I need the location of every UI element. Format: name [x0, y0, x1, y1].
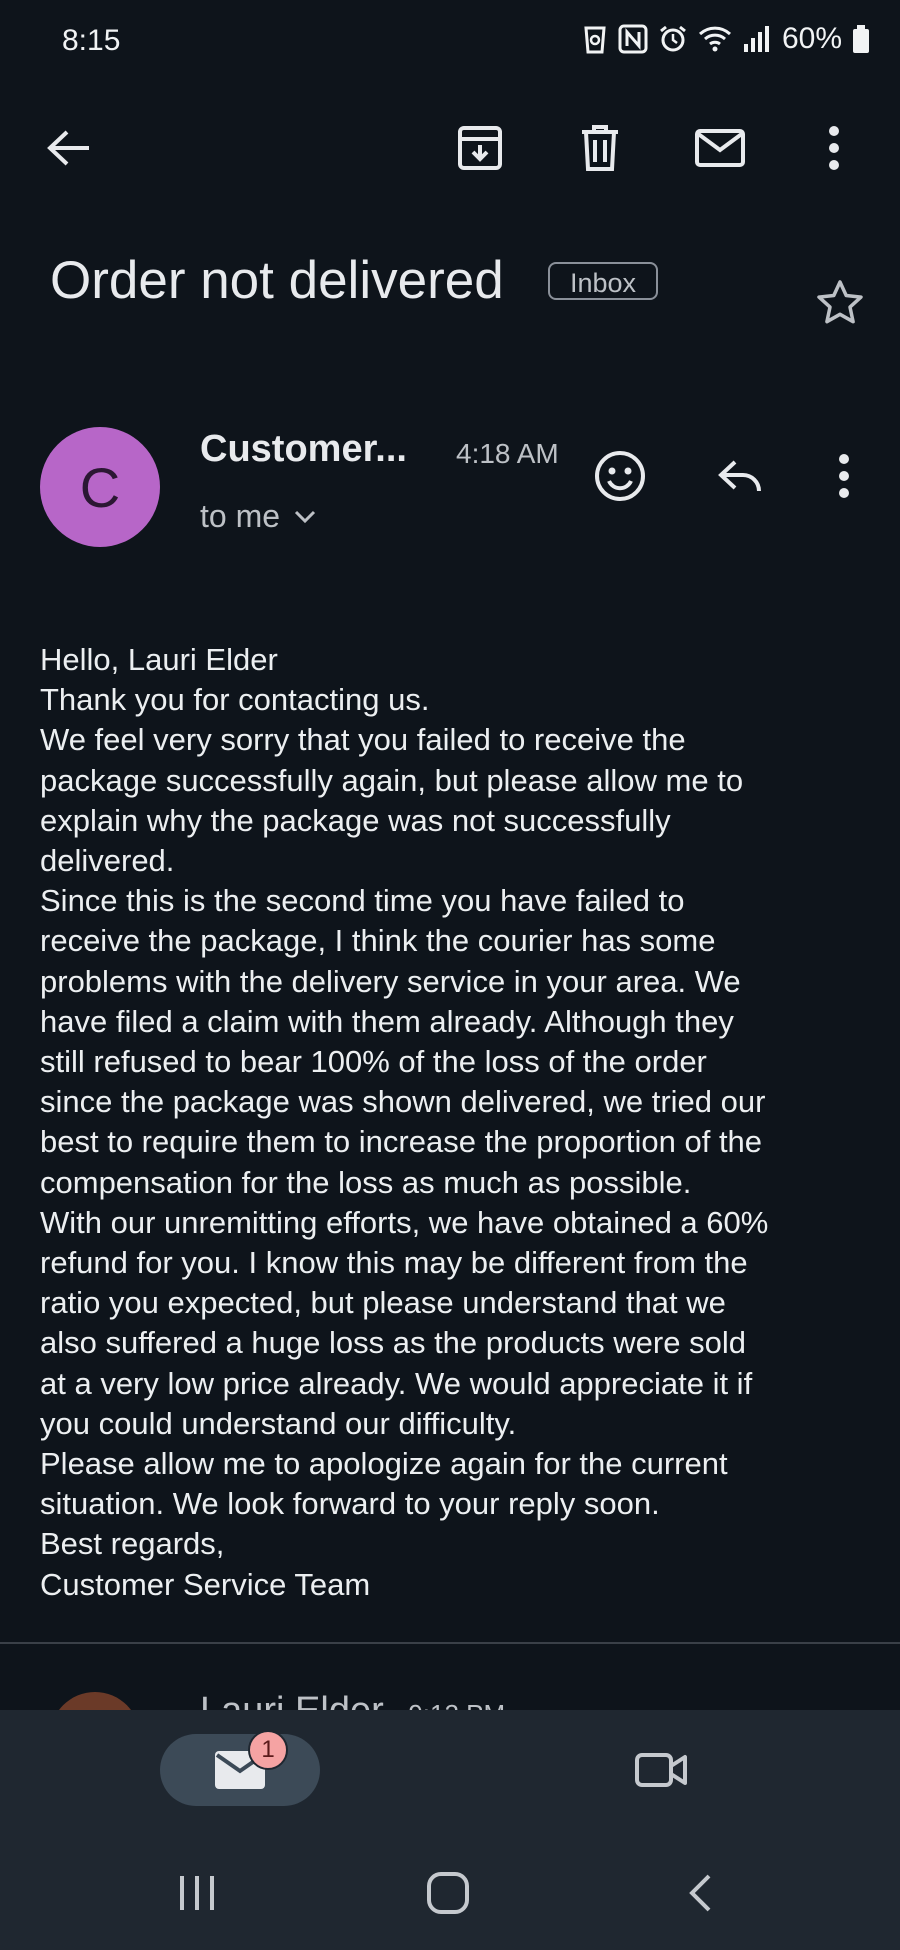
body-line: you could understand our difficulty.: [40, 1405, 517, 1441]
body-line: since the package was shown delivered, w…: [40, 1084, 766, 1120]
battery-percent: 60%: [781, 22, 842, 55]
archive-icon: [457, 125, 503, 171]
wifi-icon: [698, 24, 732, 54]
mail-icon: [694, 128, 746, 168]
recents-icon: [177, 1874, 217, 1912]
more-options-button[interactable]: [802, 116, 866, 180]
body-line: Please allow me to apologize again for t…: [40, 1446, 728, 1482]
add-reaction-button[interactable]: [588, 444, 652, 508]
next-sender-line: Lauri Elder 9:12 PM: [200, 1690, 505, 1710]
arrow-back-icon: [45, 128, 91, 168]
nfc-icon: [618, 24, 648, 54]
video-camera-icon: [634, 1750, 688, 1790]
sync-icon: [582, 24, 608, 54]
more-vert-icon: [828, 126, 840, 170]
mail-tab[interactable]: [160, 1734, 320, 1806]
star-button[interactable]: [808, 270, 872, 334]
body-line: refund for you. I know this may be diffe…: [40, 1245, 748, 1281]
next-message-peek[interactable]: Lauri Elder 9:12 PM: [0, 1660, 900, 1710]
body-line: delivered.: [40, 843, 175, 879]
body-line: explain why the package was not successf…: [40, 802, 671, 838]
reply-button[interactable]: [708, 444, 772, 508]
email-body: Hello, Lauri Elder Thank you for contact…: [40, 640, 870, 1605]
body-line: still refused to bear 100% of the loss o…: [40, 1044, 707, 1080]
delete-button[interactable]: [568, 116, 632, 180]
body-line: problems with the delivery service in yo…: [40, 963, 741, 999]
trash-icon: [580, 124, 620, 172]
chevron-down-icon: [294, 510, 316, 524]
signal-icon: [742, 24, 770, 54]
body-line: Customer Service Team: [40, 1566, 371, 1602]
message-divider: [0, 1642, 900, 1644]
status-time: 8:15: [62, 24, 121, 57]
next-sender-name: Lauri Elder: [200, 1690, 384, 1710]
inbox-label[interactable]: Inbox: [548, 262, 659, 300]
more-vert-icon: [838, 454, 850, 498]
body-line: receive the package, I think the courier…: [40, 923, 716, 959]
battery-icon: [852, 24, 870, 54]
body-line: We feel very sorry that you failed to re…: [40, 722, 686, 758]
body-line: also suffered a huge loss as the product…: [40, 1325, 746, 1361]
email-subject: Order not delivered: [50, 251, 504, 310]
body-line: Best regards,: [40, 1526, 225, 1562]
system-back-button[interactable]: [660, 1858, 740, 1928]
message-more-button[interactable]: [812, 444, 876, 508]
body-line: compensation for the loss as much as pos…: [40, 1164, 692, 1200]
next-message-time: 9:12 PM: [408, 1699, 505, 1710]
email-time: 4:18 AM: [456, 438, 559, 469]
body-line: situation. We look forward to your reply…: [40, 1486, 660, 1522]
body-line: Hello, Lauri Elder: [40, 642, 278, 677]
sender-avatar[interactable]: C: [40, 427, 160, 547]
status-icons: 60%: [582, 22, 870, 56]
emoji-icon: [594, 450, 646, 502]
body-line: package successfully again, but please a…: [40, 762, 744, 798]
sender-name[interactable]: Customer...: [200, 428, 407, 471]
body-line: Thank you for contacting us.: [40, 682, 430, 718]
body-line: at a very low price already. We would ap…: [40, 1365, 753, 1401]
meet-tab[interactable]: [626, 1742, 696, 1798]
unread-count-badge: 1: [248, 1730, 288, 1770]
home-icon: [426, 1871, 470, 1915]
star-icon: [816, 279, 864, 325]
archive-button[interactable]: [448, 116, 512, 180]
body-line: Since this is the second time you have f…: [40, 883, 685, 919]
body-line: have filed a claim with them already. Al…: [40, 1003, 734, 1039]
recipient-details-toggle[interactable]: to me: [200, 498, 316, 535]
back-button[interactable]: [36, 116, 100, 180]
body-line: best to require them to increase the pro…: [40, 1124, 763, 1160]
mark-unread-button[interactable]: [688, 116, 752, 180]
recipient-label: to me: [200, 498, 281, 534]
body-line: ratio you expected, but please understan…: [40, 1285, 726, 1321]
home-button[interactable]: [408, 1858, 488, 1928]
chevron-left-icon: [687, 1873, 713, 1913]
alarm-icon: [658, 24, 688, 54]
reply-icon: [717, 458, 763, 494]
next-sender-avatar: [50, 1692, 140, 1710]
recents-button[interactable]: [157, 1858, 237, 1928]
body-line: With our unremitting efforts, we have ob…: [40, 1204, 769, 1240]
